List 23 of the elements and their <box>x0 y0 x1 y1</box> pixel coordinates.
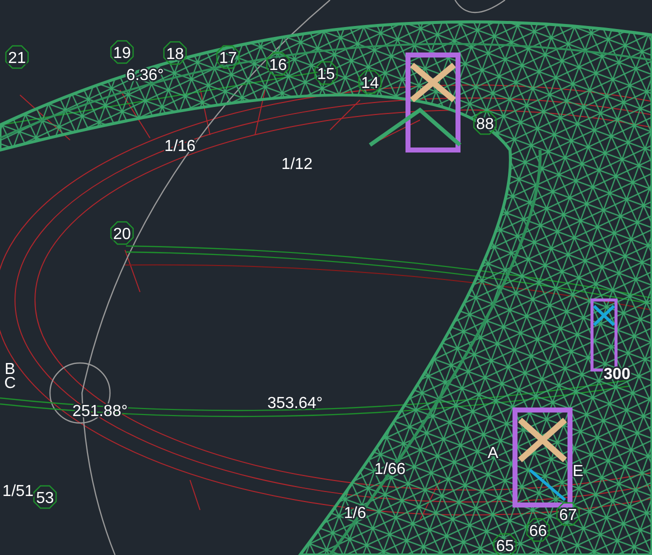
drawing-label: 353.64° <box>267 395 323 412</box>
grid-bubble: 20 <box>110 221 134 245</box>
drawing-label: 1/51 <box>2 483 34 500</box>
guide-arc <box>454 0 506 14</box>
drawing-label: 1/6 <box>344 505 366 522</box>
grid-bubble: 21 <box>5 45 29 69</box>
drawing-label: C <box>4 375 16 392</box>
grid-bubble: 14 <box>358 70 382 94</box>
drawing-label: 1/12 <box>281 156 313 173</box>
grid-bubble: 66 <box>526 518 550 542</box>
drawing-label: 300 <box>604 366 630 383</box>
drawing-label: 6.36° <box>126 67 164 84</box>
drawing-label: E <box>572 463 584 480</box>
drawing-label: 1/66 <box>374 461 406 478</box>
grid-bubble: 17 <box>216 45 240 69</box>
grid-bubble: 15 <box>314 61 338 85</box>
grid-bubble: 88 <box>473 111 497 135</box>
drawing-label: A <box>488 445 498 462</box>
grid-bubble: 16 <box>266 52 290 76</box>
grid-bubble: 53 <box>33 485 57 509</box>
grid-bubble: 18 <box>163 41 187 65</box>
drawing-label: B <box>4 361 16 378</box>
grid-bubble: 19 <box>110 40 134 64</box>
